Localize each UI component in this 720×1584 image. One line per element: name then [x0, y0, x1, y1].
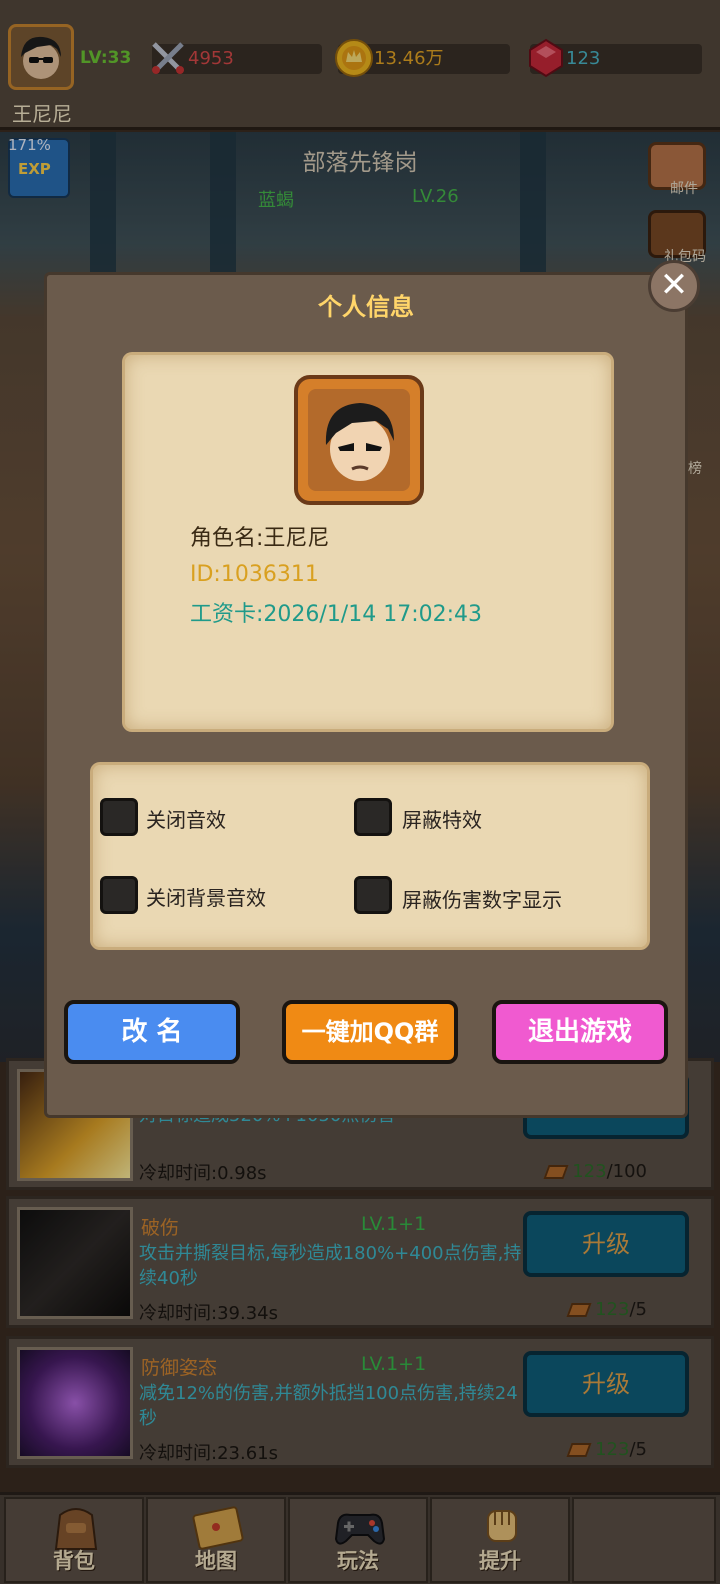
- settings-panel: [90, 762, 650, 950]
- hide-effects-checkbox[interactable]: [354, 798, 392, 836]
- mute-bgm-label: 关闭背景音效: [146, 886, 266, 910]
- join-qq-group-button[interactable]: 一键加QQ群: [282, 1000, 458, 1064]
- mute-sfx-checkbox[interactable]: [100, 798, 138, 836]
- player-face-icon: [325, 403, 394, 481]
- portrait-frame: [308, 389, 410, 491]
- hide-damage-numbers-label: 屏蔽伤害数字显示: [402, 888, 562, 912]
- rename-button[interactable]: 改 名: [64, 1000, 240, 1064]
- player-portrait: [294, 375, 424, 505]
- quit-game-button[interactable]: 退出游戏: [492, 1000, 668, 1064]
- hide-effects-label: 屏蔽特效: [402, 808, 482, 832]
- role-name: 角色名:王尼尼: [190, 526, 330, 551]
- salary-card-expiry: 工资卡:2026/1/14 17:02:43: [190, 602, 483, 627]
- mute-sfx-label: 关闭音效: [146, 808, 226, 832]
- player-id: ID:1036311: [190, 562, 319, 587]
- close-icon: ✕: [659, 265, 689, 305]
- close-button[interactable]: ✕: [648, 260, 700, 312]
- hide-damage-numbers-checkbox[interactable]: [354, 876, 392, 914]
- mute-bgm-checkbox[interactable]: [100, 876, 138, 914]
- dialog-title: 个人信息: [318, 293, 414, 321]
